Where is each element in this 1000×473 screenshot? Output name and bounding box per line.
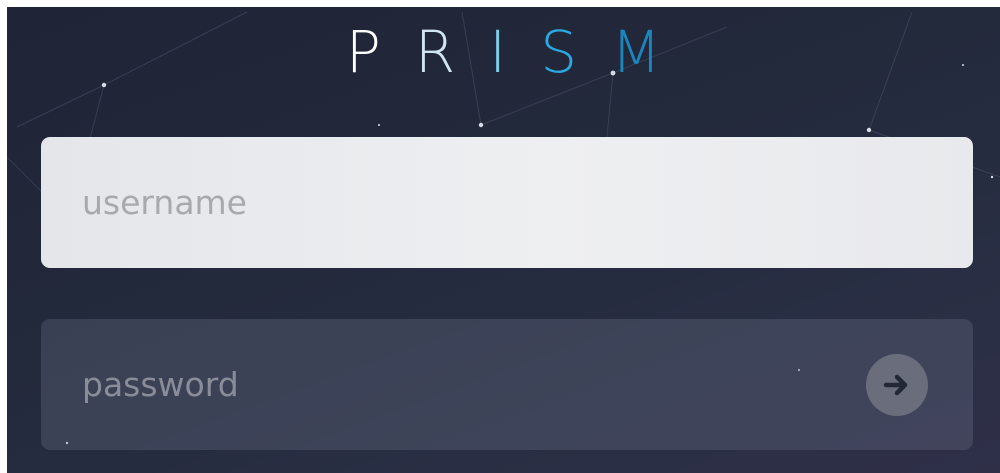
password-input[interactable]: [41, 319, 973, 450]
logo-letter: R: [414, 18, 490, 86]
logo-letter: S: [540, 18, 612, 86]
logo-letter: I: [489, 18, 541, 86]
arrow-right-icon: [883, 374, 908, 396]
prism-logo: PRISM: [7, 17, 1000, 87]
login-screen: PRISM: [7, 7, 1000, 473]
logo-letter: M: [611, 18, 696, 86]
username-field: [41, 137, 973, 268]
username-input[interactable]: [41, 137, 973, 268]
submit-button[interactable]: [866, 354, 928, 416]
logo-letter: P: [345, 18, 415, 86]
password-field: [41, 319, 973, 450]
